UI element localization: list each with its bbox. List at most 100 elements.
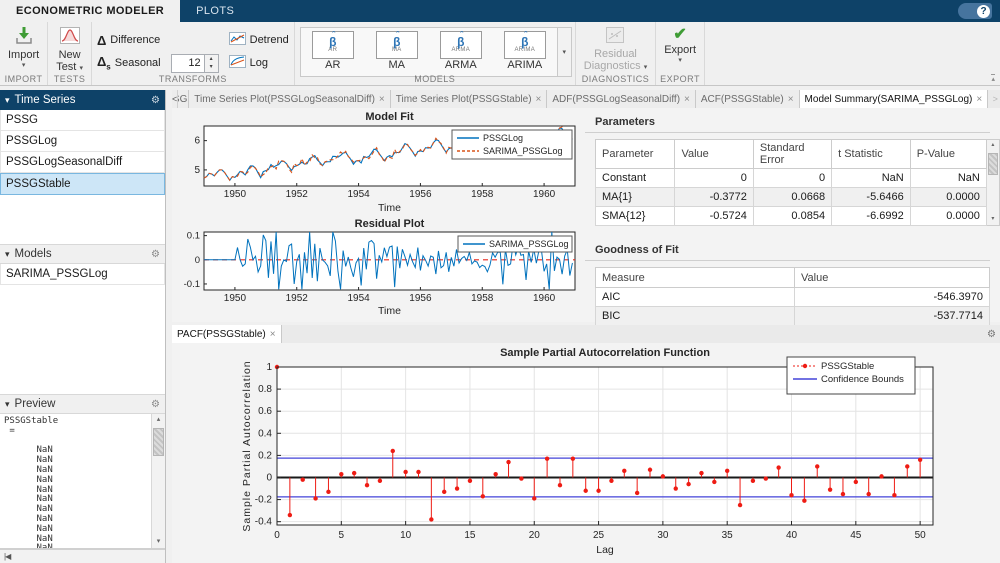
svg-text:Residual Plot: Residual Plot — [355, 218, 425, 230]
time-series-panel-header[interactable]: Time Series — [0, 90, 165, 110]
scrollbar-thumb[interactable] — [988, 153, 998, 175]
transforms-section-label: TRANSFORMS — [92, 74, 294, 84]
seasonal-label: Seasonal — [115, 57, 161, 69]
svg-text:-0.2: -0.2 — [255, 495, 273, 506]
table-row: AIC-546.3970 — [596, 288, 990, 307]
parameters-heading: Parameters — [585, 108, 990, 133]
section-tests: NewTest TESTS — [48, 22, 92, 85]
svg-text:Lag: Lag — [596, 544, 614, 556]
spinner-up-icon[interactable] — [205, 55, 218, 64]
scroll-start-icon[interactable] — [4, 552, 10, 561]
close-icon[interactable] — [270, 329, 276, 340]
tab-time-series-plot-pssgstable[interactable]: Time Series Plot(PSSGStable) — [391, 90, 548, 108]
preview-scrollbar[interactable] — [151, 414, 165, 548]
scroll-up-icon[interactable] — [152, 414, 165, 426]
list-item-pssg[interactable]: PSSG — [0, 110, 165, 131]
svg-text:SARIMA_PSSGLog: SARIMA_PSSGLog — [489, 239, 569, 249]
tab-adf-pssglogseasonaldiff[interactable]: ADF(PSSGLogSeasonalDiff) — [547, 90, 696, 108]
scroll-down-icon[interactable] — [152, 536, 165, 548]
tab-time-series-plot-pssglogseasonaldiff[interactable]: Time Series Plot(PSSGLogSeasonalDiff) — [189, 90, 390, 108]
time-series-panel-title: Time Series — [15, 94, 76, 106]
close-icon[interactable] — [976, 94, 982, 105]
spinner-down-icon[interactable] — [205, 63, 218, 72]
models-panel-header[interactable]: Models — [0, 244, 165, 264]
svg-text:45: 45 — [850, 530, 862, 541]
tab-econometric-modeler[interactable]: ECONOMETRIC MODELER — [0, 0, 180, 22]
time-series-list: PSSG PSSGLog PSSGLogSeasonalDiff PSSGSta… — [0, 110, 165, 244]
document-actions-gear-icon[interactable] — [987, 329, 996, 340]
svg-text:1958: 1958 — [471, 293, 494, 304]
list-item-sarima-pssglog[interactable]: SARIMA_PSSGLog — [0, 264, 165, 285]
scroll-up-icon[interactable] — [987, 140, 999, 151]
new-test-button[interactable]: NewTest — [53, 25, 86, 76]
gear-icon[interactable] — [151, 399, 160, 410]
table-row: SMA{12}-0.57240.0854-6.69920.0000 — [596, 207, 987, 226]
list-item-pssglog[interactable]: PSSGLog — [0, 131, 165, 152]
preview-horizontal-scrollbar[interactable] — [0, 549, 165, 563]
import-section-label: IMPORT — [0, 74, 47, 84]
svg-text:30: 30 — [657, 530, 669, 541]
model-arma-button[interactable]: βˆARMA ARMA — [429, 28, 493, 76]
list-item-pssgstable[interactable]: PSSGStable — [0, 173, 165, 195]
tab-plots[interactable]: PLOTS — [180, 0, 250, 22]
difference-button[interactable]: Δ Difference — [97, 33, 161, 48]
chevron-down-icon — [5, 249, 10, 260]
gear-icon[interactable] — [151, 249, 160, 260]
tab-scroll-right-button[interactable] — [988, 94, 1000, 104]
residual-diagnostics-button[interactable]: ResidualDiagnostics — [581, 25, 650, 75]
export-label: Export — [664, 44, 696, 56]
document-tab-bar: Time Series Plot(PSSGLog) Time Series Pl… — [172, 90, 1000, 109]
preview-panel-title: Preview — [15, 398, 56, 410]
svg-text:1958: 1958 — [471, 189, 494, 200]
model-arima-button[interactable]: βˆARIMA ARIMA — [493, 28, 557, 76]
models-gallery-expand-button[interactable] — [557, 28, 571, 76]
close-icon[interactable] — [788, 94, 794, 105]
tab-time-series-plot-pssglog[interactable]: Time Series Plot(PSSGLog) — [178, 90, 189, 108]
model-ma-button[interactable]: βˆMA MA — [365, 28, 429, 76]
model-ar-button[interactable]: βˆAR AR — [301, 28, 365, 76]
models-section-label: MODELS — [295, 74, 575, 84]
tab-acf-pssgstable[interactable]: ACF(PSSGStable) — [696, 90, 800, 108]
svg-text:15: 15 — [464, 530, 476, 541]
close-icon[interactable] — [536, 94, 542, 105]
log-button[interactable]: Log — [229, 55, 289, 71]
help-button[interactable]: ? — [958, 3, 992, 19]
preview-panel: PSSGStable = NaN NaN NaN NaN NaN NaN NaN… — [0, 414, 165, 549]
log-icon — [229, 55, 246, 71]
scrollbar-thumb[interactable] — [153, 428, 164, 456]
close-icon[interactable] — [684, 94, 690, 105]
export-button[interactable]: ✔ Export — [661, 25, 699, 65]
detrend-button[interactable]: Detrend — [229, 32, 289, 48]
export-icon: ✔ — [673, 26, 686, 43]
section-models: βˆAR AR βˆMA MA βˆARMA ARMA βˆARIMA ARIM… — [295, 22, 576, 85]
goodness-of-fit-heading: Goodness of Fit — [585, 236, 990, 261]
seasonal-button[interactable]: Δs Seasonal — [97, 54, 161, 72]
collapse-ribbon-button[interactable] — [991, 74, 995, 83]
gallery-dropdown-icon — [563, 48, 567, 56]
diagnostics-section-label: DIAGNOSTICS — [576, 74, 655, 84]
svg-text:-0.1: -0.1 — [184, 279, 200, 290]
difference-label: Difference — [110, 34, 160, 46]
seasonal-period-spinner[interactable]: 12 — [171, 54, 219, 73]
pacf-document-area: PACF(PSSGStable) 05101520253035404550-0.… — [172, 325, 1000, 563]
gear-icon[interactable] — [151, 95, 160, 106]
preview-panel-header[interactable]: Preview — [0, 394, 165, 414]
svg-text:6: 6 — [194, 136, 200, 147]
tab-model-summary-sarima-pssglog[interactable]: Model Summary(SARIMA_PSSGLog) — [800, 90, 989, 108]
preview-text: PSSGStable = NaN NaN NaN NaN NaN NaN NaN… — [0, 414, 151, 548]
tests-section-label: TESTS — [48, 74, 91, 84]
svg-text:Time: Time — [378, 305, 401, 317]
close-icon[interactable] — [379, 94, 385, 105]
arima-model-icon: βˆARIMA — [504, 31, 546, 59]
import-button[interactable]: Import — [5, 25, 42, 70]
section-diagnostics: ResidualDiagnostics DIAGNOSTICS — [576, 22, 656, 85]
svg-text:SARIMA_PSSGLog: SARIMA_PSSGLog — [483, 146, 563, 156]
log-label: Log — [250, 57, 268, 69]
parameters-table-scrollbar[interactable] — [987, 139, 1000, 226]
seasonal-period-value: 12 — [172, 55, 204, 72]
tab-pacf-pssgstable[interactable]: PACF(PSSGStable) — [172, 325, 282, 343]
list-item-pssglogseasonaldiff[interactable]: PSSGLogSeasonalDiff — [0, 152, 165, 173]
svg-text:Sample Partial Autocorrelation: Sample Partial Autocorrelation — [241, 360, 253, 531]
residual-diagnostics-label: ResidualDiagnostics — [584, 48, 647, 74]
scroll-down-icon[interactable] — [987, 214, 999, 225]
